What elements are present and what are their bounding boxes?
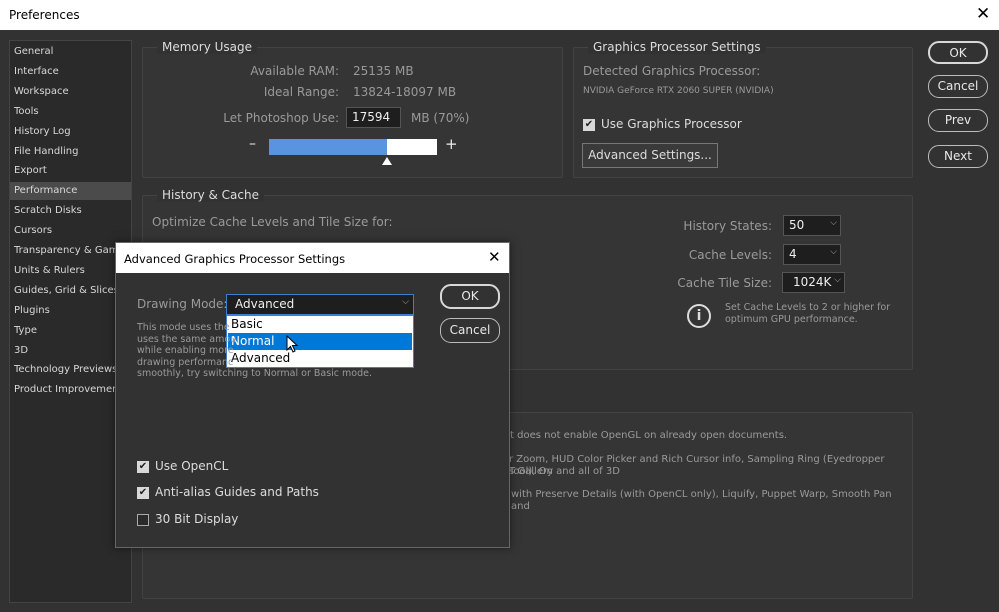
sidebar-item[interactable]: Technology Previews xyxy=(10,361,131,379)
detected-gpu-value: NVIDIA GeForce RTX 2060 SUPER (NVIDIA) xyxy=(583,86,774,96)
dialog-close-icon[interactable]: ✕ xyxy=(488,248,501,266)
info-text: Set Cache Levels to 2 or higher for opti… xyxy=(725,302,891,325)
available-ram-value: 25135 MB xyxy=(353,64,414,78)
sidebar-item[interactable]: Transparency & Gamut xyxy=(10,242,131,260)
optimize-label: Optimize Cache Levels and Tile Size for: xyxy=(152,215,393,229)
sidebar-item[interactable]: Plugins xyxy=(10,302,131,320)
sidebar-item[interactable]: File Handling xyxy=(10,143,131,161)
ideal-range-value: 13824-18097 MB xyxy=(353,85,457,99)
sidebar: General Interface Workspace Tools History Lo… xyxy=(9,40,132,603)
photoshop-use-label: Let Photoshop Use: xyxy=(223,111,339,125)
info-line: with Preserve Details (with OpenCL only)… xyxy=(511,489,892,512)
use-gpu-checkbox[interactable]: ✔ xyxy=(583,119,595,131)
sidebar-item[interactable]: General xyxy=(10,43,131,61)
ok-button[interactable]: OK xyxy=(928,41,988,64)
memory-slider[interactable] xyxy=(269,139,437,155)
history-title: History & Cache xyxy=(157,188,264,202)
dialog-ok-button[interactable]: OK xyxy=(440,284,500,309)
use-opencl-label: Use OpenCL xyxy=(155,459,229,473)
close-icon[interactable]: ✕ xyxy=(976,4,990,24)
ideal-range-label: Ideal Range: xyxy=(263,85,339,99)
antialias-checkbox[interactable]: ✔ xyxy=(137,487,149,499)
cache-levels-select[interactable]: 4 ⌵ xyxy=(783,244,841,265)
info-line: s Gallery and all of 3D xyxy=(509,466,620,477)
slider-thumb[interactable] xyxy=(381,157,392,165)
mode-description: This mode uses the uses the same amou wh… xyxy=(137,322,373,379)
sidebar-item[interactable]: History Log xyxy=(10,123,131,141)
sidebar-item[interactable]: Interface xyxy=(10,63,131,81)
info-icon: i xyxy=(687,304,711,328)
detected-gpu-label: Detected Graphics Processor: xyxy=(583,64,761,78)
sidebar-item[interactable]: Type xyxy=(10,322,131,340)
30bit-display-checkbox[interactable] xyxy=(137,514,149,526)
sidebar-item[interactable]: Cursors xyxy=(10,222,131,240)
drawing-mode-select[interactable]: Advanced ⌵ xyxy=(226,294,414,315)
sidebar-item[interactable]: Units & Rulers xyxy=(10,262,131,280)
next-button[interactable]: Next xyxy=(928,145,988,168)
dialog-cancel-button[interactable]: Cancel xyxy=(440,318,500,343)
memory-title: Memory Usage xyxy=(157,40,258,54)
advanced-settings-button[interactable]: Advanced Settings... xyxy=(582,143,718,168)
sidebar-item[interactable]: Product Improvement xyxy=(10,381,131,399)
decrease-button[interactable]: – xyxy=(249,136,256,152)
use-gpu-label: Use Graphics Processor xyxy=(601,117,742,131)
photoshop-use-input[interactable]: 17594 xyxy=(346,107,401,128)
drawing-mode-label: Drawing Mode: xyxy=(137,297,228,311)
cache-tile-size-select[interactable]: 1024K ⌵ xyxy=(782,272,845,293)
available-ram-label: Available RAM: xyxy=(250,64,339,78)
memory-usage-panel: Memory Usage Available RAM: 25135 MB Ide… xyxy=(142,40,563,178)
history-states-select[interactable]: 50 ⌵ xyxy=(783,215,841,236)
cache-levels-label: Cache Levels: xyxy=(688,248,772,262)
antialias-label: Anti-alias Guides and Paths xyxy=(155,485,319,499)
cancel-button[interactable]: Cancel xyxy=(928,75,988,98)
sidebar-item[interactable]: Workspace xyxy=(10,83,131,101)
info-line: t does not enable OpenGL on already open… xyxy=(510,430,788,441)
window-title: Preferences xyxy=(9,8,80,22)
30bit-display-label: 30 Bit Display xyxy=(155,512,239,526)
sidebar-item[interactable]: Export xyxy=(10,162,131,180)
title-bar: Preferences ✕ xyxy=(0,0,999,30)
chevron-down-icon: ⌵ xyxy=(402,297,409,307)
sidebar-item[interactable]: Performance xyxy=(10,182,131,201)
photoshop-use-unit: MB (70%) xyxy=(411,111,470,125)
dialog-title: Advanced Graphics Processor Settings xyxy=(124,252,346,266)
cache-tile-size-label: Cache Tile Size: xyxy=(677,276,772,290)
sidebar-item[interactable]: 3D xyxy=(10,342,131,360)
gpu-panel: Graphics Processor Settings Detected Gra… xyxy=(573,40,913,178)
sidebar-item[interactable]: Scratch Disks xyxy=(10,202,131,220)
prev-button[interactable]: Prev xyxy=(928,109,988,132)
use-opencl-checkbox[interactable]: ✔ xyxy=(137,461,149,473)
history-states-label: History States: xyxy=(683,219,772,233)
increase-button[interactable]: + xyxy=(445,135,458,153)
sidebar-item[interactable]: Tools xyxy=(10,103,131,121)
gpu-title: Graphics Processor Settings xyxy=(588,40,766,54)
advanced-gpu-settings-dialog: Advanced Graphics Processor Settings ✕ D… xyxy=(115,242,510,548)
sidebar-item[interactable]: Guides, Grid & Slices xyxy=(10,282,131,300)
dialog-title-bar: Advanced Graphics Processor Settings ✕ xyxy=(116,243,509,273)
